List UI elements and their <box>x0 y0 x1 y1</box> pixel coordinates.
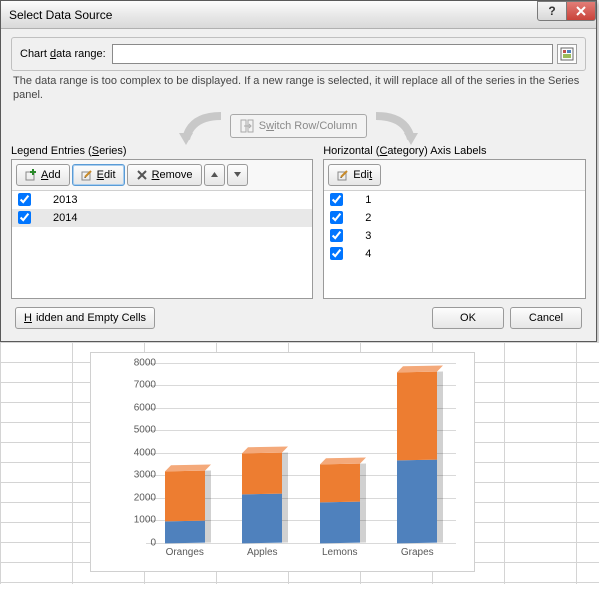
switch-icon <box>240 119 254 133</box>
y-tick-label: 5000 <box>116 425 156 436</box>
category-item[interactable]: 1 <box>324 191 585 209</box>
x-tick-label: Oranges <box>150 547 220 558</box>
chart-data-range-input[interactable] <box>112 44 553 64</box>
category-label: 1 <box>365 194 371 206</box>
y-tick-label: 2000 <box>116 492 156 503</box>
remove-series-button[interactable]: Remove <box>127 164 202 186</box>
category-label: 2 <box>365 212 371 224</box>
add-icon <box>25 169 37 181</box>
x-tick-label: Grapes <box>382 547 452 558</box>
hidden-empty-cells-button[interactable]: Hidden and Empty Cells <box>15 307 155 329</box>
category-listbox[interactable]: 1 2 3 4 <box>324 191 585 298</box>
category-label: 4 <box>365 248 371 260</box>
category-item[interactable]: 4 <box>324 245 585 263</box>
select-data-source-dialog: Select Data Source ? Chart data range: T… <box>0 0 597 342</box>
spreadsheet-grid[interactable]: 010002000300040005000600070008000Oranges… <box>0 342 599 584</box>
edit-icon <box>337 169 349 181</box>
x-tick-label: Lemons <box>305 547 375 558</box>
range-picker-button[interactable] <box>557 44 577 64</box>
series-label: 2014 <box>53 212 77 224</box>
embedded-chart[interactable]: 010002000300040005000600070008000Oranges… <box>90 352 475 572</box>
category-panel: Edit 1 2 3 4 <box>323 159 586 299</box>
arrow-left-icon <box>171 111 226 149</box>
category-checkbox[interactable] <box>330 211 343 224</box>
y-tick-label: 4000 <box>116 447 156 458</box>
y-tick-label: 8000 <box>116 357 156 368</box>
chart-data-range-label: Chart data range: <box>20 48 106 60</box>
y-tick-label: 1000 <box>116 515 156 526</box>
dialog-title: Select Data Source <box>9 8 112 22</box>
category-item[interactable]: 2 <box>324 209 585 227</box>
edit-icon <box>81 169 93 181</box>
edit-series-button[interactable]: Edit <box>72 164 125 186</box>
switch-row-column-button: Switch Row/Column <box>230 114 367 138</box>
y-tick-label: 3000 <box>116 470 156 481</box>
legend-entries-label: Legend Entries (Series) <box>11 145 313 157</box>
series-panel: Add Edit Remove <box>11 159 313 299</box>
range-picker-icon <box>560 47 574 61</box>
triangle-up-icon <box>210 170 219 179</box>
close-button[interactable] <box>566 1 596 21</box>
category-checkbox[interactable] <box>330 229 343 242</box>
axis-labels-label: Horizontal (Category) Axis Labels <box>323 145 586 157</box>
series-item[interactable]: 2013 <box>12 191 312 209</box>
series-checkbox[interactable] <box>18 193 31 206</box>
y-tick-label: 6000 <box>116 402 156 413</box>
category-item[interactable]: 3 <box>324 227 585 245</box>
help-button[interactable]: ? <box>537 1 567 21</box>
edit-category-button[interactable]: Edit <box>328 164 381 186</box>
triangle-down-icon <box>233 170 242 179</box>
y-tick-label: 7000 <box>116 380 156 391</box>
series-checkbox[interactable] <box>18 211 31 224</box>
cancel-button[interactable]: Cancel <box>510 307 582 329</box>
ok-button[interactable]: OK <box>432 307 504 329</box>
titlebar[interactable]: Select Data Source ? <box>1 1 596 29</box>
arrow-right-icon <box>371 111 426 149</box>
series-item[interactable]: 2014 <box>12 209 312 227</box>
remove-icon <box>136 169 148 181</box>
add-series-button[interactable]: Add <box>16 164 70 186</box>
range-help-text: The data range is too complex to be disp… <box>13 75 584 103</box>
x-tick-label: Apples <box>227 547 297 558</box>
move-down-button[interactable] <box>227 164 248 186</box>
category-checkbox[interactable] <box>330 193 343 206</box>
category-checkbox[interactable] <box>330 247 343 260</box>
series-listbox[interactable]: 2013 2014 <box>12 191 312 298</box>
category-label: 3 <box>365 230 371 242</box>
series-label: 2013 <box>53 194 77 206</box>
move-up-button[interactable] <box>204 164 225 186</box>
